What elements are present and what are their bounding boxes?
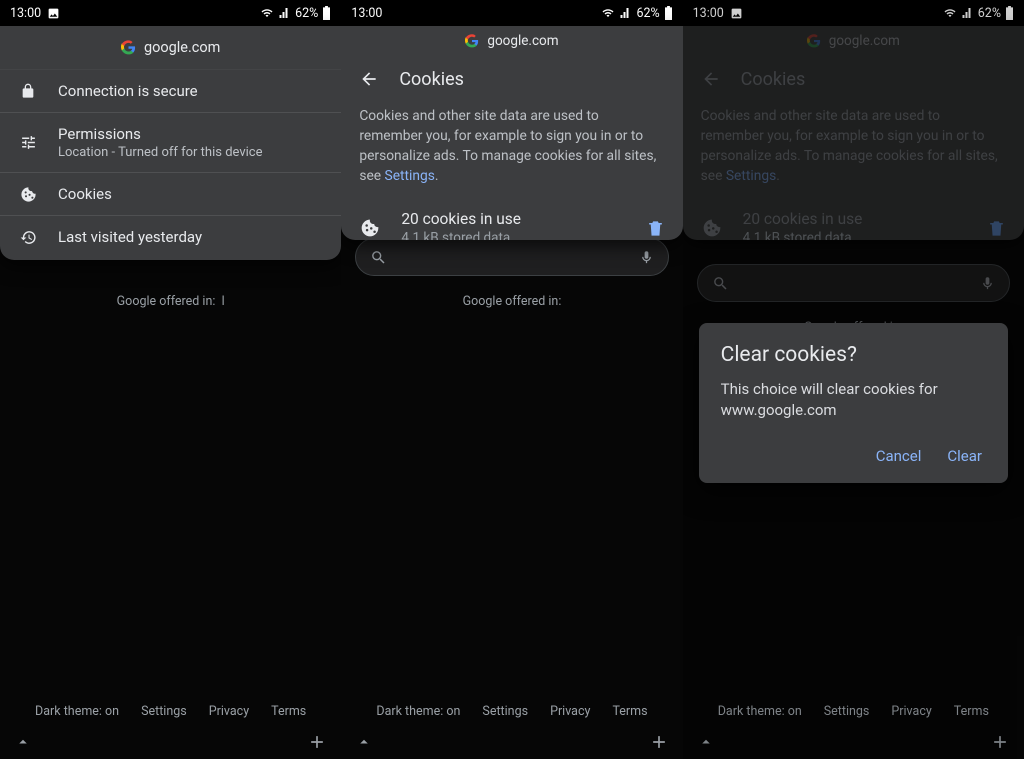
clear-cookies-dialog: Clear cookies? This choice will clear co… <box>699 323 1008 483</box>
offered-in-text: Google offered in: <box>341 294 682 309</box>
battery-icon <box>322 6 331 20</box>
settings-link[interactable]: Settings <box>385 168 435 184</box>
secure-label: Connection is secure <box>58 82 323 100</box>
cookies-row-link[interactable]: Cookies <box>0 173 341 216</box>
panel-clear-dialog: 13:00 62% Google <box>683 0 1024 759</box>
site-info-sheet: google.com Connection is secure Permissi… <box>0 26 341 260</box>
cookies-title: Cookies <box>399 69 464 90</box>
permissions-row[interactable]: Permissions Location - Turned off for th… <box>0 113 341 173</box>
sheet-header: google.com <box>0 26 341 70</box>
signal-icon <box>619 7 632 19</box>
picture-icon <box>47 7 60 20</box>
footer-settings[interactable]: Settings <box>141 704 187 719</box>
last-visited-label: Last visited yesterday <box>58 228 323 246</box>
footer-links: Dark theme: on Settings Privacy Terms <box>0 704 341 719</box>
trash-icon[interactable] <box>646 219 665 238</box>
clear-button[interactable]: Clear <box>947 447 982 465</box>
offered-in-text: Google offered in: l <box>0 294 341 309</box>
wifi-icon <box>260 7 274 19</box>
permissions-label: Permissions <box>58 125 323 143</box>
permissions-sub: Location - Turned off for this device <box>58 145 323 160</box>
search-icon <box>370 249 387 266</box>
footer-settings[interactable]: Settings <box>482 704 528 719</box>
cookies-count: 20 cookies in use <box>401 210 625 228</box>
footer-dark-theme[interactable]: Dark theme: on <box>35 704 119 719</box>
dialog-title: Clear cookies? <box>721 343 986 367</box>
status-battery: 62% <box>295 6 318 21</box>
cookies-size: 4.1 kB stored data <box>401 230 625 240</box>
plus-icon[interactable] <box>649 732 669 752</box>
cookie-icon <box>359 218 381 238</box>
footer-terms[interactable]: Terms <box>612 704 647 719</box>
status-battery: 62% <box>636 6 659 21</box>
status-bar: 13:00 62% <box>0 0 341 26</box>
plus-icon[interactable] <box>307 732 327 752</box>
status-time: 13:00 <box>351 6 382 21</box>
tune-icon <box>18 134 38 151</box>
footer-privacy[interactable]: Privacy <box>209 704 249 719</box>
cookies-sheet: google.com Cookies Cookies and other sit… <box>341 26 682 240</box>
cancel-button[interactable]: Cancel <box>876 447 922 465</box>
back-arrow-icon[interactable] <box>359 69 379 89</box>
last-visited-row[interactable]: Last visited yesterday <box>0 216 341 258</box>
cookies-count-row: 20 cookies in use 4.1 kB stored data <box>341 200 682 240</box>
lock-icon <box>18 83 38 99</box>
signal-icon <box>278 7 291 19</box>
domain-text: google.com <box>144 39 220 56</box>
footer-links: Dark theme: on Settings Privacy Terms <box>341 704 682 719</box>
mic-icon[interactable] <box>639 250 654 265</box>
status-time: 13:00 <box>10 6 41 21</box>
connection-secure-row[interactable]: Connection is secure <box>0 70 341 113</box>
status-bar: 13:00 62% <box>341 0 682 26</box>
search-input[interactable] <box>355 238 668 276</box>
cookie-icon <box>18 186 38 203</box>
google-favicon-icon <box>465 34 479 48</box>
chevron-up-icon[interactable] <box>355 733 373 751</box>
panel-cookies: 13:00 62% Google offered in: Dark theme:… <box>341 0 682 759</box>
bottom-bar <box>341 725 682 759</box>
footer-privacy[interactable]: Privacy <box>550 704 590 719</box>
battery-icon <box>664 6 673 20</box>
bottom-bar <box>0 725 341 759</box>
chevron-up-icon[interactable] <box>14 733 32 751</box>
domain-text: google.com <box>487 33 558 49</box>
panel-site-info: 13:00 62% Google offered in: l Dark them… <box>0 0 341 759</box>
footer-dark-theme[interactable]: Dark theme: on <box>376 704 460 719</box>
footer-terms[interactable]: Terms <box>271 704 306 719</box>
cookies-description: Cookies and other site data are used to … <box>341 106 682 200</box>
history-icon <box>18 229 38 246</box>
dialog-body: This choice will clear cookies for www.g… <box>721 379 986 421</box>
cookies-label: Cookies <box>58 185 323 203</box>
cookies-header: Cookies <box>341 52 682 106</box>
sheet-header: google.com <box>341 26 682 52</box>
google-favicon-icon <box>121 40 136 55</box>
wifi-icon <box>601 7 615 19</box>
